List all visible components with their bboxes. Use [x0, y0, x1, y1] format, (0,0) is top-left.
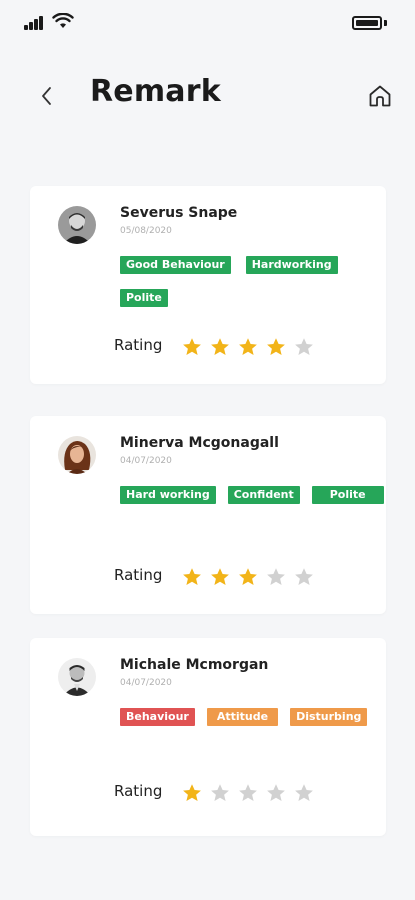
remark-tag[interactable]: Polite: [311, 486, 384, 504]
star-empty-icon[interactable]: [210, 783, 230, 803]
back-button[interactable]: [26, 78, 66, 114]
remark-tag[interactable]: Hardworking: [245, 256, 338, 274]
remark-tag[interactable]: Hard working: [120, 486, 216, 504]
star-rating[interactable]: [182, 567, 314, 587]
home-icon: [369, 85, 391, 107]
star-filled-icon[interactable]: [210, 337, 230, 357]
rating-label: Rating: [114, 782, 163, 800]
tag-list: Hard working Confident Polite: [120, 486, 390, 504]
rating-label: Rating: [114, 566, 163, 584]
battery-icon: [352, 16, 382, 30]
remark-tag[interactable]: Disturbing: [290, 708, 368, 726]
avatar: [58, 436, 96, 474]
page-title: Remark: [90, 74, 221, 109]
star-empty-icon[interactable]: [294, 567, 314, 587]
remark-date: 05/08/2020: [120, 226, 172, 236]
remark-card[interactable]: Minerva Mcgonagall 04/07/2020 Hard worki…: [30, 416, 386, 614]
student-name: Minerva Mcgonagall: [120, 435, 279, 451]
battery-tip: [384, 20, 387, 26]
remark-date: 04/07/2020: [120, 456, 172, 466]
star-filled-icon[interactable]: [182, 337, 202, 357]
star-empty-icon[interactable]: [266, 567, 286, 587]
avatar: [58, 206, 96, 244]
remark-card[interactable]: Michale Mcmorgan 04/07/2020 Behaviour At…: [30, 638, 386, 836]
star-empty-icon[interactable]: [294, 337, 314, 357]
remark-card[interactable]: Severus Snape 05/08/2020 Good Behaviour …: [30, 186, 386, 384]
avatar: [58, 658, 96, 696]
star-rating[interactable]: [182, 783, 314, 803]
star-filled-icon[interactable]: [266, 337, 286, 357]
star-empty-icon[interactable]: [238, 783, 258, 803]
star-filled-icon[interactable]: [182, 783, 202, 803]
tag-list: Good Behaviour Hardworking Polite: [120, 256, 380, 307]
remark-tag[interactable]: Polite: [120, 289, 168, 307]
remark-tag[interactable]: Confident: [227, 486, 300, 504]
star-filled-icon[interactable]: [182, 567, 202, 587]
star-filled-icon[interactable]: [210, 567, 230, 587]
student-name: Severus Snape: [120, 205, 238, 221]
remark-date: 04/07/2020: [120, 678, 172, 688]
cellular-signal-icon: [24, 16, 46, 30]
student-name: Michale Mcmorgan: [120, 657, 269, 673]
star-empty-icon[interactable]: [294, 783, 314, 803]
wifi-icon: [52, 13, 74, 28]
star-filled-icon[interactable]: [238, 567, 258, 587]
remark-tag[interactable]: Attitude: [206, 708, 279, 726]
header: Remark: [0, 60, 415, 130]
home-button[interactable]: [360, 76, 400, 116]
status-bar: [0, 0, 415, 44]
chevron-left-icon: [42, 87, 51, 105]
star-rating[interactable]: [182, 337, 314, 357]
remark-tag[interactable]: Good Behaviour: [120, 256, 231, 274]
tag-list: Behaviour Attitude Disturbing: [120, 708, 390, 726]
rating-label: Rating: [114, 336, 163, 354]
remark-tag[interactable]: Behaviour: [120, 708, 195, 726]
star-empty-icon[interactable]: [266, 783, 286, 803]
star-filled-icon[interactable]: [238, 337, 258, 357]
